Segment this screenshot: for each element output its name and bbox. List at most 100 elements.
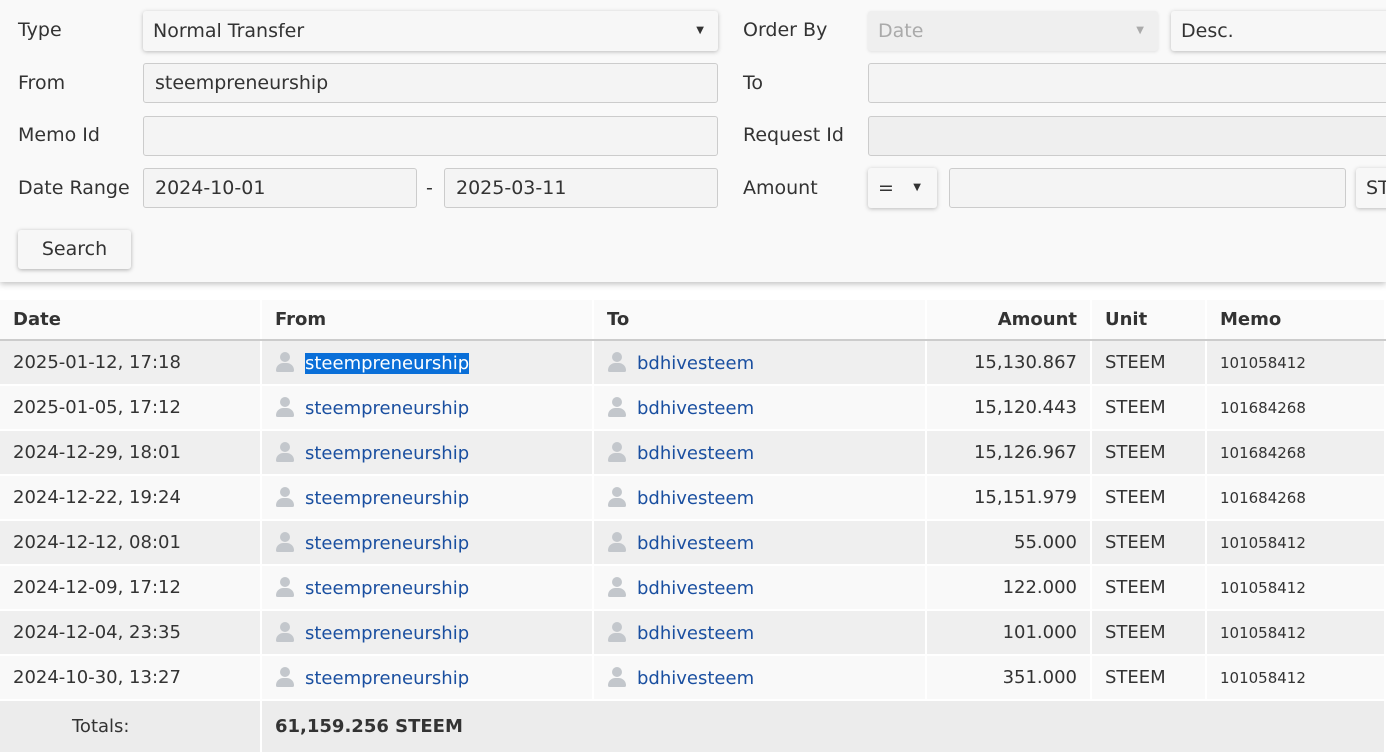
to-account-link[interactable]: bdhivesteem — [637, 353, 754, 374]
date-cell: 2024-12-12, 08:01 — [0, 520, 262, 566]
user-avatar-icon — [607, 486, 627, 507]
unit-cell: STEEM — [1091, 430, 1207, 476]
to-cell: bdhivesteem — [593, 475, 927, 521]
transfers-table: Date From To Amount Unit Memo 2025-01-12… — [0, 300, 1386, 754]
amount-operator-select[interactable]: = ▼ — [868, 168, 937, 208]
user-avatar-icon — [607, 666, 627, 687]
table-row: 2024-12-09, 17:12 steempreneurship bdhives… — [0, 565, 1386, 611]
to-cell: bdhivesteem — [593, 610, 927, 656]
memo-cell: 101058412 — [1206, 565, 1386, 611]
request-id-label: Request Id — [743, 124, 844, 146]
user-avatar-icon — [275, 351, 295, 372]
date-cell: 2024-12-29, 18:01 — [0, 430, 262, 476]
header-memo[interactable]: Memo — [1206, 300, 1386, 341]
from-cell: steempreneurship — [261, 610, 594, 656]
table-row: 2024-10-30, 13:27 steempreneurship bdhives… — [0, 655, 1386, 701]
order-by-label: Order By — [743, 19, 828, 41]
type-value: Normal Transfer — [153, 20, 305, 42]
table-row: 2025-01-12, 17:18 steempreneurship bdhives… — [0, 340, 1386, 386]
date-range-label: Date Range — [18, 177, 130, 199]
type-label: Type — [18, 19, 62, 41]
type-select[interactable]: Normal Transfer ▼ — [143, 11, 718, 51]
order-by-value: Date — [878, 20, 924, 42]
to-cell: bdhivesteem — [593, 655, 927, 701]
from-account-link[interactable]: steempreneurship — [305, 352, 470, 374]
date-cell: 2024-12-09, 17:12 — [0, 565, 262, 611]
unit-cell: STEEM — [1091, 655, 1207, 701]
dropdown-arrow-icon: ▼ — [913, 182, 921, 193]
unit-cell: STEEM — [1091, 340, 1207, 386]
header-unit[interactable]: Unit — [1091, 300, 1207, 341]
to-account-link[interactable]: bdhivesteem — [637, 443, 754, 464]
from-account-link[interactable]: steempreneurship — [305, 443, 469, 464]
to-cell: bdhivesteem — [593, 430, 927, 476]
dropdown-arrow-icon: ▼ — [1136, 25, 1144, 36]
to-cell: bdhivesteem — [593, 340, 927, 386]
user-avatar-icon — [607, 351, 627, 372]
memo-cell: 101058412 — [1206, 610, 1386, 656]
totals-value: 61,159.256 STEEM — [261, 699, 1386, 754]
to-account-link[interactable]: bdhivesteem — [637, 668, 754, 689]
from-account-link[interactable]: steempreneurship — [305, 488, 469, 509]
date-cell: 2025-01-12, 17:18 — [0, 340, 262, 386]
from-account-link[interactable]: steempreneurship — [305, 668, 469, 689]
from-account-link[interactable]: steempreneurship — [305, 623, 469, 644]
user-avatar-icon — [275, 621, 295, 642]
user-avatar-icon — [607, 576, 627, 597]
amount-input[interactable] — [949, 168, 1346, 208]
header-from[interactable]: From — [261, 300, 594, 341]
to-account-link[interactable]: bdhivesteem — [637, 533, 754, 554]
request-id-input[interactable] — [868, 116, 1386, 156]
user-avatar-icon — [607, 396, 627, 417]
header-date[interactable]: Date — [0, 300, 262, 341]
to-account-link[interactable]: bdhivesteem — [637, 398, 754, 419]
order-by-select[interactable]: Date ▼ — [868, 11, 1158, 51]
to-cell: bdhivesteem — [593, 520, 927, 566]
memo-cell: 101058412 — [1206, 520, 1386, 566]
to-cell: bdhivesteem — [593, 385, 927, 431]
table-row: 2024-12-29, 18:01 steempreneurship bdhives… — [0, 430, 1386, 476]
dropdown-arrow-icon: ▼ — [696, 25, 704, 36]
header-to[interactable]: To — [593, 300, 927, 341]
to-account-link[interactable]: bdhivesteem — [637, 578, 754, 599]
amount-cell: 351.000 — [926, 655, 1092, 701]
date-to-input[interactable]: 2025-03-11 — [444, 168, 718, 208]
date-cell: 2025-01-05, 17:12 — [0, 385, 262, 431]
to-account-link[interactable]: bdhivesteem — [637, 623, 754, 644]
table-row: 2024-12-04, 23:35 steempreneurship bdhives… — [0, 610, 1386, 656]
user-avatar-icon — [275, 666, 295, 687]
header-amount[interactable]: Amount — [926, 300, 1092, 341]
table-row: 2024-12-12, 08:01 steempreneurship bdhives… — [0, 520, 1386, 566]
amount-operator-value: = — [878, 177, 894, 199]
memo-cell: 101058412 — [1206, 340, 1386, 386]
date-cell: 2024-12-22, 19:24 — [0, 475, 262, 521]
user-avatar-icon — [275, 486, 295, 507]
to-account-link[interactable]: bdhivesteem — [637, 488, 754, 509]
search-button[interactable]: Search — [18, 230, 131, 269]
memo-id-label: Memo Id — [18, 124, 100, 146]
from-account-link[interactable]: steempreneurship — [305, 578, 469, 599]
date-cell: 2024-12-04, 23:35 — [0, 610, 262, 656]
to-label: To — [743, 72, 764, 94]
from-cell: steempreneurship — [261, 475, 594, 521]
memo-cell: 101058412 — [1206, 655, 1386, 701]
date-from-input[interactable]: 2024-10-01 — [143, 168, 417, 208]
from-input[interactable]: steempreneurship — [143, 63, 718, 103]
amount-cell: 15,120.443 — [926, 385, 1092, 431]
date-separator: - — [426, 177, 433, 199]
memo-id-input[interactable] — [143, 116, 718, 156]
order-direction-select[interactable]: Desc. — [1171, 11, 1386, 51]
memo-cell: 101684268 — [1206, 430, 1386, 476]
user-avatar-icon — [275, 531, 295, 552]
amount-cell: 15,151.979 — [926, 475, 1092, 521]
from-account-link[interactable]: steempreneurship — [305, 398, 469, 419]
amount-label: Amount — [743, 177, 818, 199]
user-avatar-icon — [275, 441, 295, 462]
from-cell: steempreneurship — [261, 385, 594, 431]
amount-unit-select[interactable]: ST — [1356, 168, 1386, 208]
table-header-row: Date From To Amount Unit Memo — [0, 300, 1386, 341]
from-cell: steempreneurship — [261, 430, 594, 476]
to-input[interactable] — [868, 63, 1386, 103]
from-account-link[interactable]: steempreneurship — [305, 533, 469, 554]
amount-cell: 15,126.967 — [926, 430, 1092, 476]
